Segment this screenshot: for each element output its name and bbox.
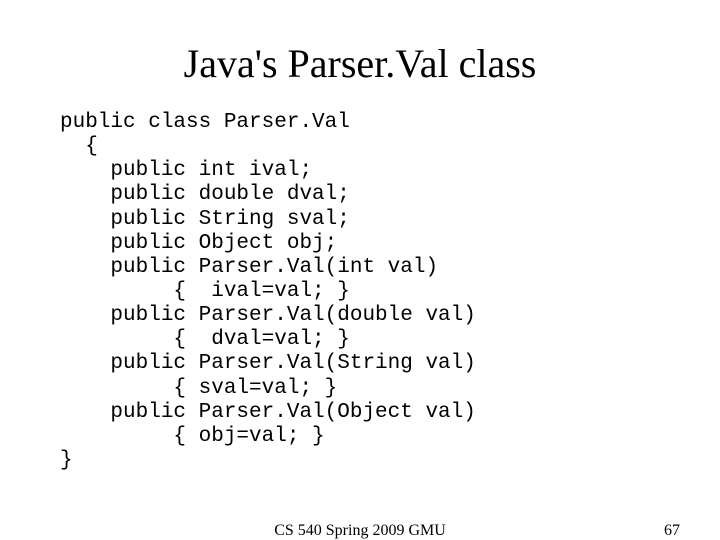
footer-page-number: 67 xyxy=(664,522,680,540)
footer-course-info: CS 540 Spring 2009 GMU xyxy=(274,522,446,540)
slide-title: Java's Parser.Val class xyxy=(40,40,680,87)
code-block: public class Parser.Val { public int iva… xyxy=(60,111,680,473)
slide-container: Java's Parser.Val class public class Par… xyxy=(0,0,720,540)
